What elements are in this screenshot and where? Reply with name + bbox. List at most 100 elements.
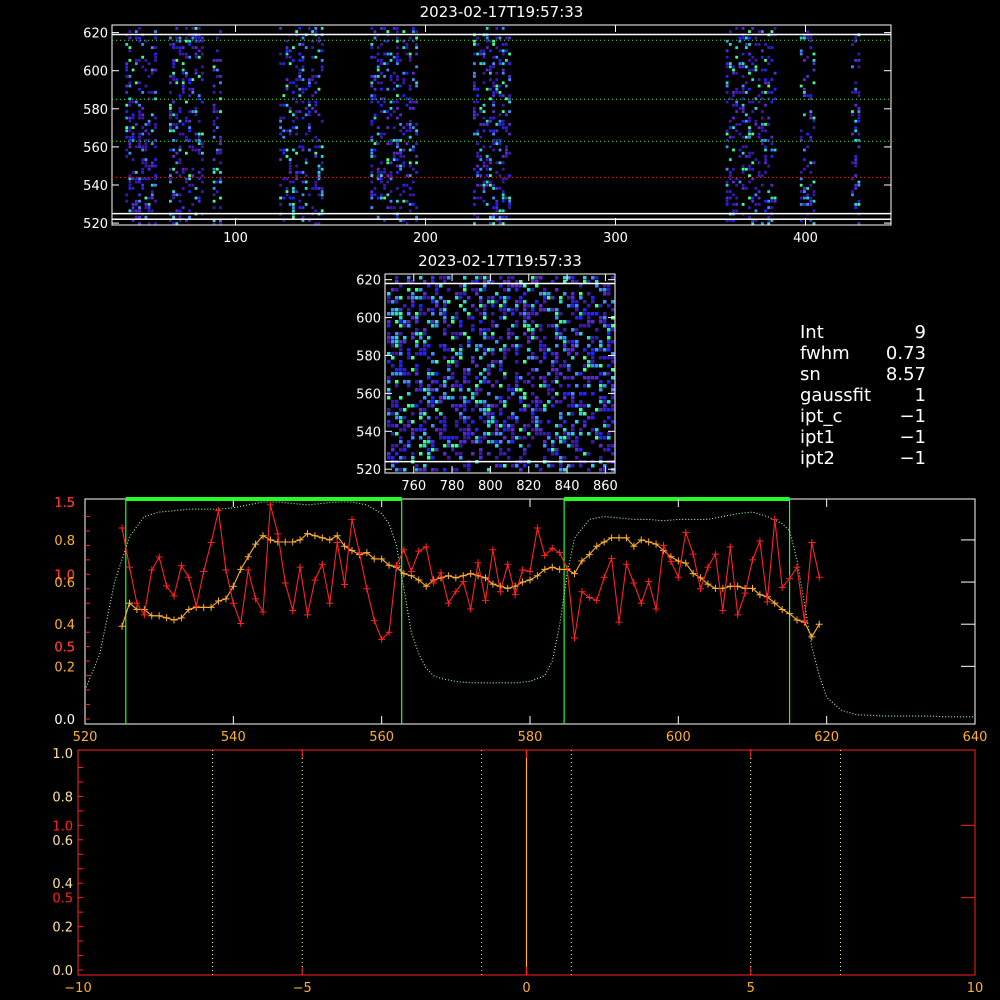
image-pixel	[435, 360, 439, 364]
image-pixel	[751, 161, 755, 165]
image-pixel	[380, 43, 383, 46]
image-pixel	[317, 87, 321, 91]
image-pixel	[812, 209, 816, 213]
image-pixel	[803, 148, 806, 152]
image-pixel	[463, 420, 467, 424]
image-pixel	[764, 209, 767, 213]
image-pixel	[744, 167, 748, 171]
image-pixel	[547, 432, 551, 436]
image-pixel	[579, 316, 583, 320]
image-pixel	[141, 183, 145, 187]
image-pixel	[131, 158, 135, 161]
image-pixel	[764, 68, 767, 72]
image-pixel	[547, 348, 551, 352]
image-pixel	[288, 180, 292, 184]
image-pixel	[392, 139, 396, 142]
image-pixel	[423, 468, 427, 472]
image-pixel	[527, 348, 531, 352]
image-pixel	[128, 100, 132, 104]
data-point-red	[185, 573, 193, 581]
image-pixel	[503, 356, 507, 360]
image-pixel	[498, 209, 502, 213]
image-pixel	[735, 46, 739, 49]
image-pixel	[181, 81, 185, 85]
image-pixel	[181, 123, 185, 126]
image-pixel	[376, 65, 380, 69]
image-pixel	[773, 71, 777, 75]
image-pixel	[423, 428, 427, 432]
image-pixel	[611, 396, 615, 400]
image-pixel	[463, 408, 467, 412]
image-pixel	[483, 408, 487, 412]
image-pixel	[288, 196, 292, 200]
image-pixel	[447, 436, 451, 440]
image-pixel	[455, 452, 459, 456]
image-pixel	[611, 360, 615, 364]
image-pixel	[427, 400, 431, 404]
image-pixel	[767, 116, 771, 120]
image-pixel	[482, 81, 486, 85]
image-pixel	[485, 183, 489, 187]
image-pixel	[439, 396, 443, 400]
image-pixel	[415, 155, 418, 158]
image-pixel	[423, 396, 427, 400]
image-pixel	[559, 372, 563, 376]
image-pixel	[451, 436, 455, 440]
image-pixel	[169, 199, 172, 203]
image-pixel	[386, 52, 390, 56]
image-pixel	[415, 328, 419, 332]
image-pixel	[575, 436, 579, 440]
image-pixel	[172, 193, 175, 197]
image-pixel	[503, 436, 507, 440]
image-pixel	[523, 360, 527, 364]
data-point-red	[526, 567, 534, 575]
image-pixel	[523, 408, 527, 412]
image-pixel	[391, 432, 395, 436]
image-pixel	[511, 332, 515, 336]
image-pixel	[591, 356, 595, 360]
image-pixel	[134, 145, 138, 149]
image-pixel	[498, 119, 502, 123]
image-pixel	[138, 180, 141, 184]
image-pixel	[595, 284, 599, 288]
data-point-red	[793, 563, 801, 571]
image-pixel	[314, 183, 318, 187]
image-pixel	[451, 468, 455, 472]
image-pixel	[806, 145, 809, 149]
image-pixel	[386, 68, 390, 72]
data-point-orange	[118, 622, 126, 630]
image-pixel	[403, 368, 407, 372]
image-pixel	[282, 135, 286, 139]
image-pixel	[443, 300, 447, 304]
image-pixel	[499, 304, 503, 308]
image-pixel	[131, 187, 135, 190]
image-pixel	[191, 46, 195, 49]
image-pixel	[607, 436, 611, 440]
image-pixel	[435, 448, 439, 452]
image-pixel	[373, 142, 377, 145]
image-pixel	[487, 364, 491, 368]
image-pixel	[419, 468, 423, 472]
image-pixel	[194, 196, 198, 200]
image-pixel	[563, 392, 567, 396]
image-pixel	[387, 452, 391, 456]
image-pixel	[391, 400, 395, 404]
image-pixel	[427, 416, 431, 420]
image-pixel	[292, 206, 295, 209]
image-pixel	[197, 27, 201, 30]
image-pixel	[498, 59, 502, 62]
image-pixel	[527, 328, 531, 332]
image-pixel	[854, 164, 858, 168]
image-pixel	[125, 116, 129, 120]
image-pixel	[567, 376, 571, 380]
image-pixel	[175, 36, 179, 40]
image-pixel	[607, 372, 611, 376]
image-pixel	[535, 336, 539, 340]
image-pixel	[392, 158, 396, 161]
image-pixel	[591, 312, 595, 316]
image-pixel	[144, 123, 148, 126]
image-pixel	[314, 27, 318, 30]
image-pixel	[380, 174, 383, 177]
image-pixel	[551, 352, 555, 356]
image-pixel	[507, 428, 511, 432]
